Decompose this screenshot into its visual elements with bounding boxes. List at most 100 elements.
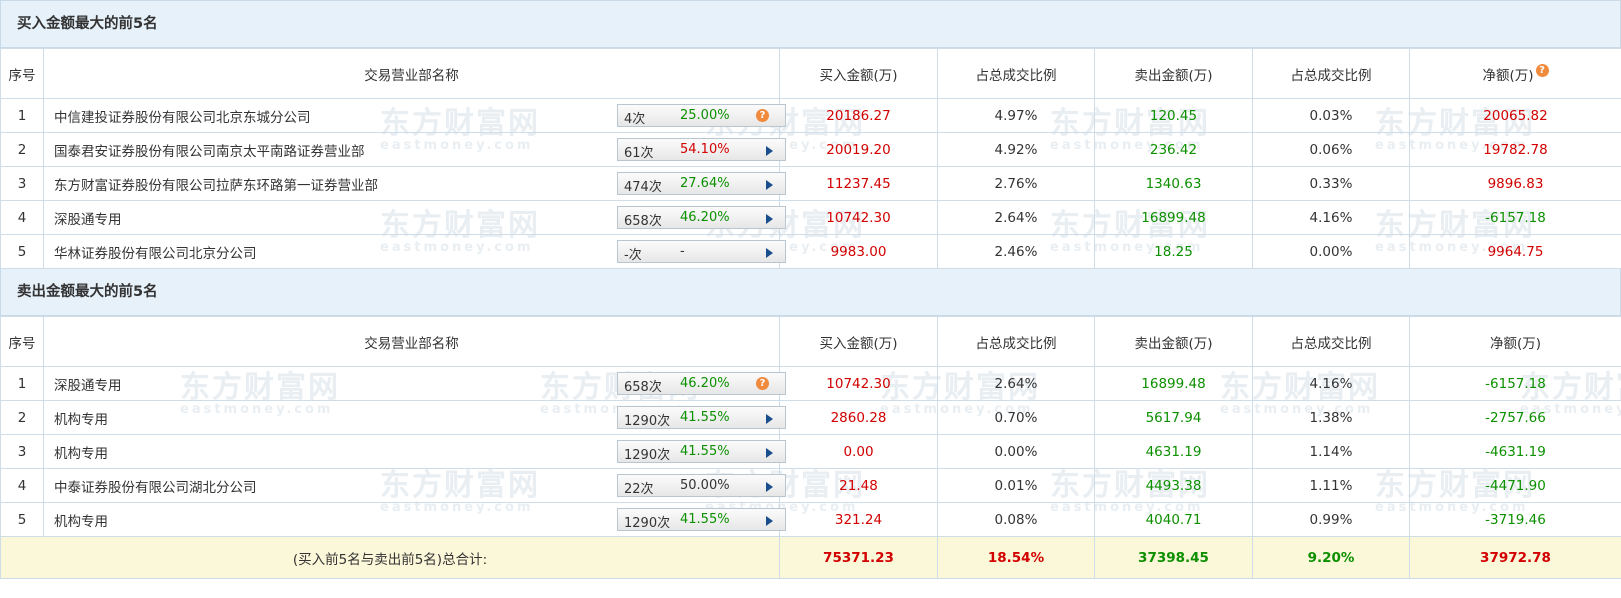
trade-count: -次 [624, 248, 642, 263]
branch-name[interactable]: 东方财富证券股份有限公司拉萨东环路第一证券营业部 [54, 178, 378, 194]
col-header-buy-ratio: 占总成交比例 [937, 48, 1095, 99]
question-icon[interactable]: ? [1535, 63, 1549, 77]
sell-amount: 4493.38 [1094, 468, 1253, 503]
col-header-sell-amount: 卖出金额(万) [1094, 316, 1253, 367]
sell-ratio: 0.06% [1252, 132, 1410, 167]
win-rate: 41.55% [680, 444, 730, 459]
table-row[interactable]: 4 中泰证券股份有限公司湖北分公司 22次 50.00% 21.48 0.01% 4493.… [0, 468, 1621, 503]
sell-amount: 16899.48 [1094, 200, 1253, 235]
branch-cell: 深股通专用 658次 46.20% [43, 200, 786, 235]
buy-amount: 2860.28 [779, 400, 938, 435]
net-amount: -4471.90 [1409, 468, 1621, 503]
win-rate: - [680, 244, 685, 259]
total-net: 37972.78 [1409, 536, 1621, 579]
buy-table-header-row: 序号 交易营业部名称 买入金额(万) 占总成交比例 卖出金额(万) 占总成交比例… [0, 48, 1621, 99]
branch-name[interactable]: 机构专用 [54, 446, 108, 462]
question-icon[interactable]: ? [756, 377, 769, 390]
sell-ratio: 0.00% [1252, 234, 1410, 269]
win-rate: 41.55% [680, 410, 730, 425]
sell-amount: 120.45 [1094, 98, 1253, 133]
trade-count-box[interactable]: 1290次 41.55% [617, 406, 786, 429]
trade-count-box[interactable]: 1290次 41.55% [617, 508, 786, 531]
win-rate: 25.00% [680, 108, 730, 123]
arrow-right-icon[interactable] [766, 414, 773, 424]
buy-ratio: 0.70% [937, 400, 1095, 435]
row-index: 5 [0, 234, 44, 269]
table-row[interactable]: 2 国泰君安证券股份有限公司南京太平南路证券营业部 61次 54.10% 20019.2… [0, 132, 1621, 167]
branch-cell: 机构专用 1290次 41.55% [43, 502, 786, 537]
branch-cell: 中信建投证券股份有限公司北京东城分公司 4次 25.00%? [43, 98, 786, 133]
branch-name[interactable]: 机构专用 [54, 514, 108, 530]
win-rate: 27.64% [680, 176, 730, 191]
sell-ratio: 1.14% [1252, 434, 1410, 469]
branch-name[interactable]: 深股通专用 [54, 378, 122, 394]
buy-section-title: 买入金额最大的前5名 [0, 0, 1621, 48]
sell-amount: 1340.63 [1094, 166, 1253, 201]
sell-ratio: 0.99% [1252, 502, 1410, 537]
arrow-right-icon[interactable] [766, 180, 773, 190]
trade-count: 1290次 [624, 448, 671, 463]
arrow-right-icon[interactable] [766, 248, 773, 258]
buy-ratio: 2.64% [937, 200, 1095, 235]
table-row[interactable]: 5 华林证券股份有限公司北京分公司 -次 - 9983.00 2.46% 18.25 0.00… [0, 234, 1621, 269]
row-index: 4 [0, 468, 44, 503]
row-index: 1 [0, 366, 44, 401]
net-amount: -6157.18 [1409, 200, 1621, 235]
row-index: 3 [0, 434, 44, 469]
trade-count-box[interactable]: 474次 27.64% [617, 172, 786, 195]
branch-name[interactable]: 深股通专用 [54, 212, 122, 228]
net-amount: -3719.46 [1409, 502, 1621, 537]
trade-count-box[interactable]: 22次 50.00% [617, 474, 786, 497]
col-header-sell-ratio: 占总成交比例 [1252, 48, 1410, 99]
buy-amount: 20019.20 [779, 132, 938, 167]
trade-count-box[interactable]: 4次 25.00%? [617, 104, 786, 127]
buy-ratio: 2.46% [937, 234, 1095, 269]
arrow-right-icon[interactable] [766, 482, 773, 492]
win-rate: 41.55% [680, 512, 730, 527]
table-row[interactable]: 5 机构专用 1290次 41.55% 321.24 0.08% 4040.71 0.99% -… [0, 502, 1621, 537]
arrow-right-icon[interactable] [766, 448, 773, 458]
trade-count-box[interactable]: 61次 54.10% [617, 138, 786, 161]
col-header-sell-amount: 卖出金额(万) [1094, 48, 1253, 99]
table-row[interactable]: 4 深股通专用 658次 46.20% 10742.30 2.64% 16899.48 4.1… [0, 200, 1621, 235]
buy-table: 序号 交易营业部名称 买入金额(万) 占总成交比例 卖出金额(万) 占总成交比例… [0, 48, 1621, 269]
branch-name[interactable]: 国泰君安证券股份有限公司南京太平南路证券营业部 [54, 144, 365, 160]
branch-cell: 国泰君安证券股份有限公司南京太平南路证券营业部 61次 54.10% [43, 132, 786, 167]
table-row[interactable]: 2 机构专用 1290次 41.55% 2860.28 0.70% 5617.94 1.38%… [0, 400, 1621, 435]
sell-amount: 4631.19 [1094, 434, 1253, 469]
trade-count-box[interactable]: -次 - [617, 240, 786, 263]
arrow-right-icon[interactable] [766, 516, 773, 526]
branch-name[interactable]: 中泰证券股份有限公司湖北分公司 [54, 480, 257, 496]
trade-count: 658次 [624, 214, 662, 229]
table-row[interactable]: 3 机构专用 1290次 41.55% 0.00 0.00% 4631.19 1.14% -46… [0, 434, 1621, 469]
trade-count-box[interactable]: 1290次 41.55% [617, 440, 786, 463]
arrow-right-icon[interactable] [766, 214, 773, 224]
buy-amount: 21.48 [779, 468, 938, 503]
trade-count-box[interactable]: 658次 46.20% [617, 206, 786, 229]
buy-amount: 321.24 [779, 502, 938, 537]
net-amount: 19782.78 [1409, 132, 1621, 167]
col-header-buy-amount: 买入金额(万) [779, 316, 938, 367]
row-index: 2 [0, 400, 44, 435]
branch-name[interactable]: 机构专用 [54, 412, 108, 428]
branch-cell: 机构专用 1290次 41.55% [43, 400, 786, 435]
buy-top5-section: 买入金额最大的前5名 序号 交易营业部名称 买入金额(万) 占总成交比例 卖出金… [0, 0, 1621, 269]
col-header-net: 净额(万)? [1409, 48, 1621, 99]
branch-name[interactable]: 华林证券股份有限公司北京分公司 [54, 246, 257, 262]
question-icon[interactable]: ? [756, 109, 769, 122]
row-index: 1 [0, 98, 44, 133]
row-index: 2 [0, 132, 44, 167]
arrow-right-icon[interactable] [766, 146, 773, 156]
total-label: (买入前5名与卖出前5名)总合计: [0, 536, 780, 579]
row-index: 5 [0, 502, 44, 537]
table-row[interactable]: 1 中信建投证券股份有限公司北京东城分公司 4次 25.00%? 20186.27 4.9… [0, 98, 1621, 133]
sell-table: 序号 交易营业部名称 买入金额(万) 占总成交比例 卖出金额(万) 占总成交比例… [0, 316, 1621, 579]
sell-amount: 18.25 [1094, 234, 1253, 269]
col-header-branch: 交易营业部名称 [43, 316, 780, 367]
col-header-index: 序号 [0, 316, 44, 367]
table-row[interactable]: 1 深股通专用 658次 46.20%? 10742.30 2.64% 16899.48 4.… [0, 366, 1621, 401]
branch-name[interactable]: 中信建投证券股份有限公司北京东城分公司 [54, 110, 311, 126]
branch-cell: 机构专用 1290次 41.55% [43, 434, 786, 469]
table-row[interactable]: 3 东方财富证券股份有限公司拉萨东环路第一证券营业部 474次 27.64% 11237… [0, 166, 1621, 201]
trade-count-box[interactable]: 658次 46.20%? [617, 372, 786, 395]
